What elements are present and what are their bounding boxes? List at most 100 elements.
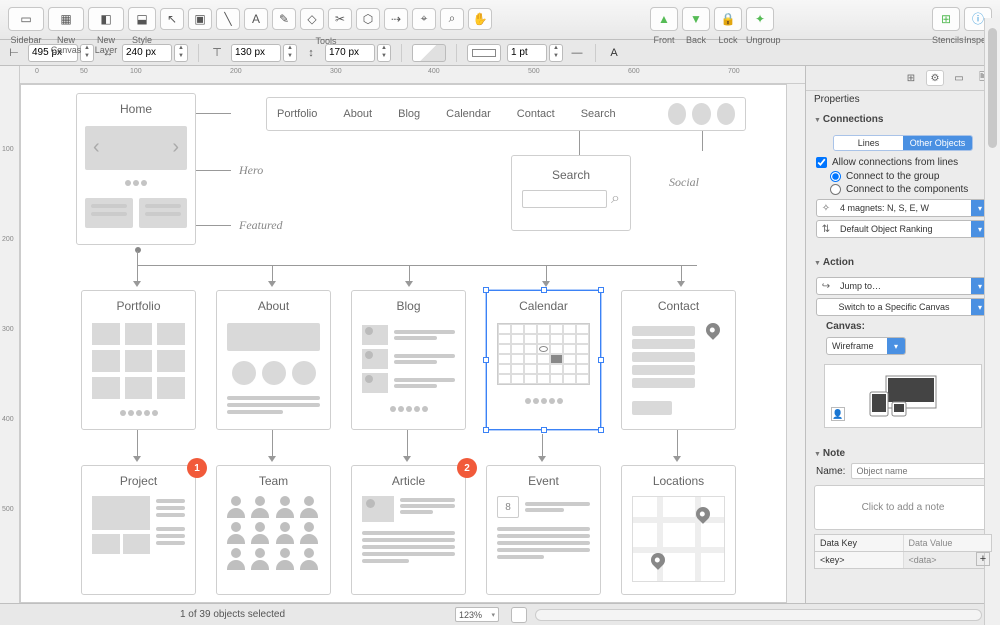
portfolio-card[interactable]: Portfolio bbox=[81, 290, 196, 430]
tool-crop[interactable]: ✂ bbox=[328, 8, 352, 30]
event-date: 8 bbox=[497, 496, 519, 518]
social-circle-icon bbox=[692, 103, 710, 125]
note-section-header[interactable]: Note bbox=[806, 442, 1000, 461]
contact-card[interactable]: Contact bbox=[621, 290, 736, 430]
nav-bar[interactable]: Portfolio About Blog Calendar Contact Se… bbox=[266, 97, 746, 131]
style-button[interactable]: ⬓ bbox=[128, 7, 156, 31]
front-button[interactable]: ▲ bbox=[650, 7, 678, 31]
stroke-swatch[interactable] bbox=[467, 44, 501, 62]
tool-select[interactable]: ↖ bbox=[160, 8, 184, 30]
social-circle-icon bbox=[668, 103, 686, 125]
add-data-button[interactable]: + bbox=[976, 552, 990, 566]
connections-section-header[interactable]: Connections bbox=[806, 108, 1000, 127]
new-canvas-label: New Canvas bbox=[48, 35, 84, 55]
seg-other[interactable]: Other Objects bbox=[903, 136, 972, 150]
tool-text[interactable]: A bbox=[244, 8, 268, 30]
color-picker-button[interactable] bbox=[511, 607, 527, 623]
connections-segmented[interactable]: Lines Other Objects bbox=[833, 135, 973, 151]
seg-lines[interactable]: Lines bbox=[834, 136, 903, 150]
badge-2: 2 bbox=[457, 458, 477, 478]
nav-item[interactable]: Calendar bbox=[446, 108, 491, 120]
back-button[interactable]: ▼ bbox=[682, 7, 710, 31]
tool-node[interactable]: ▣ bbox=[188, 8, 212, 30]
tool-hand[interactable]: ✋ bbox=[468, 8, 492, 30]
object-name-field[interactable] bbox=[851, 463, 990, 479]
connect-group-radio[interactable]: Connect to the group bbox=[816, 170, 990, 183]
event-card[interactable]: Event 8 bbox=[486, 465, 601, 595]
blog-card[interactable]: Blog bbox=[351, 290, 466, 430]
card-title: Article bbox=[352, 466, 465, 494]
back-label: Back bbox=[682, 35, 710, 45]
allow-connections-label: Allow connections from lines bbox=[832, 157, 958, 168]
horizontal-scrollbar[interactable] bbox=[535, 609, 982, 621]
project-card[interactable]: Project bbox=[81, 465, 196, 595]
text-color-icon[interactable]: A bbox=[606, 47, 622, 59]
home-card[interactable]: Home ‹ › bbox=[76, 93, 196, 245]
search-input[interactable] bbox=[522, 190, 607, 208]
ungroup-button[interactable]: ✦ bbox=[746, 7, 774, 31]
stroke-width-field[interactable] bbox=[507, 44, 547, 62]
width-stepper[interactable]: ▲▼ bbox=[174, 44, 188, 62]
nav-item[interactable]: Portfolio bbox=[277, 108, 317, 120]
connect-components-radio[interactable]: Connect to the components bbox=[816, 183, 990, 196]
tool-connect[interactable]: ⇢ bbox=[384, 8, 408, 30]
chevron-down-icon: ▾ bbox=[887, 338, 905, 354]
lock-button[interactable]: 🔒 bbox=[714, 7, 742, 31]
about-card[interactable]: About bbox=[216, 290, 331, 430]
featured-label: Featured bbox=[239, 218, 283, 233]
social-circle-icon bbox=[717, 103, 735, 125]
stroke-stepper[interactable]: ▲▼ bbox=[549, 44, 563, 62]
width-field[interactable] bbox=[122, 44, 172, 62]
new-layer-button[interactable]: ◧ bbox=[88, 7, 124, 31]
ranking-dropdown[interactable]: ⇅Default Object Ranking▾ bbox=[816, 220, 990, 238]
card-title: Calendar bbox=[487, 291, 600, 319]
tool-zoom[interactable]: ⌕ bbox=[440, 8, 464, 30]
stencils-button[interactable]: ⊞ bbox=[932, 7, 960, 31]
switch-canvas-dropdown[interactable]: Switch to a Specific Canvas▾ bbox=[816, 298, 990, 316]
sidebar-toggle-button[interactable]: ▭ bbox=[8, 7, 44, 31]
nav-item[interactable]: Blog bbox=[398, 108, 420, 120]
chevron-right-icon: › bbox=[172, 136, 179, 159]
action-section-header[interactable]: Action bbox=[806, 251, 1000, 270]
team-card[interactable]: Team bbox=[216, 465, 331, 595]
tool-pen[interactable]: ✎ bbox=[272, 8, 296, 30]
key-placeholder[interactable]: <key> bbox=[815, 552, 904, 568]
tool-line[interactable]: ╲ bbox=[216, 8, 240, 30]
tab-canvas-icon[interactable]: ▭ bbox=[950, 70, 968, 86]
jump-icon: ↪ bbox=[817, 281, 835, 292]
search-card[interactable]: Search ⌕ bbox=[511, 155, 631, 231]
canvas[interactable]: Home ‹ › Hero Featured Portfolio About bbox=[20, 84, 787, 603]
locations-card[interactable]: Locations bbox=[621, 465, 736, 595]
height-stepper[interactable]: ▲▼ bbox=[377, 44, 391, 62]
tool-shape[interactable]: ◇ bbox=[300, 8, 324, 30]
new-canvas-button[interactable]: ▦ bbox=[48, 7, 84, 31]
magnets-dropdown[interactable]: ✧4 magnets: N, S, E, W▾ bbox=[816, 199, 990, 217]
zoom-field[interactable]: 123%▾ bbox=[455, 607, 499, 622]
tab-properties-icon[interactable]: ⚙ bbox=[926, 70, 944, 86]
dataval-header: Data Value bbox=[904, 535, 992, 551]
tool-stamp[interactable]: ⬡ bbox=[356, 8, 380, 30]
nav-item[interactable]: Search bbox=[581, 108, 616, 120]
article-card[interactable]: Article bbox=[351, 465, 466, 595]
calendar-card[interactable]: Calendar bbox=[486, 290, 601, 430]
card-title: Event bbox=[487, 466, 600, 494]
nav-item[interactable]: About bbox=[343, 108, 372, 120]
y-stepper[interactable]: ▲▼ bbox=[283, 44, 297, 62]
allow-connections-checkbox[interactable]: Allow connections from lines bbox=[816, 155, 990, 170]
canvas-select[interactable]: Wireframe▾ bbox=[826, 337, 906, 355]
y-field[interactable] bbox=[231, 44, 281, 62]
ruler-tick: 700 bbox=[728, 68, 740, 75]
fill-swatch[interactable] bbox=[412, 44, 446, 62]
card-title: Portfolio bbox=[82, 291, 195, 319]
action-dropdown[interactable]: ↪Jump to…▾ bbox=[816, 277, 990, 295]
canvas-label: Canvas: bbox=[816, 319, 990, 332]
ruler-tick: 500 bbox=[528, 68, 540, 75]
tab-geometry-icon[interactable]: ⊞ bbox=[902, 70, 920, 86]
height-field[interactable] bbox=[325, 44, 375, 62]
tool-magnet[interactable]: ⌖ bbox=[412, 8, 436, 30]
note-textarea[interactable]: Click to add a note bbox=[814, 485, 992, 530]
ruler-tick: 50 bbox=[80, 68, 88, 75]
vertical-ruler: 100 200 300 400 500 bbox=[0, 66, 20, 603]
stroke-style-icon[interactable]: — bbox=[569, 47, 585, 59]
nav-item[interactable]: Contact bbox=[517, 108, 555, 120]
